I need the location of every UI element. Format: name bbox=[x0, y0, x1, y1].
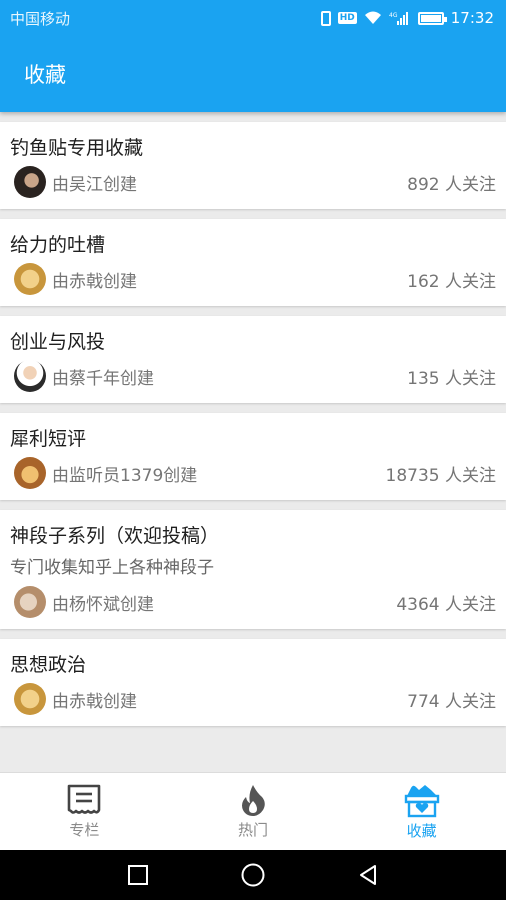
app-bar: 收藏 bbox=[0, 36, 506, 112]
avatar[interactable] bbox=[14, 263, 46, 295]
home-icon[interactable] bbox=[240, 862, 266, 888]
hd-badge: HD bbox=[337, 12, 357, 24]
system-nav-bar bbox=[0, 850, 506, 900]
collection-list[interactable]: 钓鱼贴专用收藏 由吴江创建 892 人关注 给力的吐槽 由赤戟创建 162 人关… bbox=[0, 112, 506, 772]
carrier-name: 中国移动 bbox=[10, 9, 71, 28]
status-bar: 中国移动 HD 4G 17:32 bbox=[0, 0, 506, 36]
collection-meta: 由赤戟创建 162 人关注 bbox=[10, 260, 496, 306]
wifi-icon bbox=[364, 11, 381, 24]
collection-title: 犀利短评 bbox=[10, 428, 87, 450]
clock: 17:32 bbox=[450, 9, 494, 27]
collection-meta: 由赤戟创建 774 人关注 bbox=[10, 680, 496, 726]
status-icons: HD 4G 17:32 bbox=[320, 9, 494, 27]
creator-label: 由赤戟创建 bbox=[52, 271, 137, 292]
tab-label: 热门 bbox=[238, 821, 269, 839]
follower-count: 162 人关注 bbox=[407, 271, 496, 292]
collection-title: 钓鱼贴专用收藏 bbox=[10, 137, 144, 159]
creator-label: 由赤戟创建 bbox=[52, 691, 137, 712]
column-icon bbox=[68, 784, 101, 814]
bottom-tab-bar: 专栏 热门 收藏 bbox=[0, 772, 506, 850]
creator-label: 由监听员1379创建 bbox=[52, 465, 198, 486]
avatar[interactable] bbox=[14, 166, 46, 198]
collection-card[interactable]: 钓鱼贴专用收藏 由吴江创建 892 人关注 bbox=[0, 122, 506, 209]
tab-column[interactable]: 专栏 bbox=[0, 773, 169, 850]
signal-icon: 4G bbox=[389, 12, 408, 25]
follower-count: 774 人关注 bbox=[407, 691, 496, 712]
avatar[interactable] bbox=[14, 586, 46, 618]
avatar[interactable] bbox=[14, 457, 46, 489]
creator-label: 由杨怀斌创建 bbox=[52, 594, 154, 615]
creator-label: 由吴江创建 bbox=[52, 174, 137, 195]
tab-collection[interactable]: 收藏 bbox=[337, 773, 506, 850]
tab-label: 专栏 bbox=[69, 821, 100, 839]
collection-title: 思想政治 bbox=[10, 654, 87, 676]
collection-card[interactable]: 神段子系列（欢迎投稿） 专门收集知乎上各种神段子 由杨怀斌创建 4364 人关注 bbox=[0, 510, 506, 629]
network-type: 4G bbox=[389, 12, 398, 19]
collection-title: 创业与风投 bbox=[10, 331, 106, 353]
follower-count: 135 人关注 bbox=[407, 368, 496, 389]
tab-hot[interactable]: 热门 bbox=[169, 773, 338, 850]
back-icon[interactable] bbox=[356, 863, 380, 887]
follower-count: 4364 人关注 bbox=[396, 594, 496, 615]
tab-label: 收藏 bbox=[406, 822, 437, 840]
header: 中国移动 HD 4G 17:32 收藏 bbox=[0, 0, 506, 112]
collection-meta: 由监听员1379创建 18735 人关注 bbox=[10, 454, 496, 500]
recent-apps-icon[interactable] bbox=[126, 863, 150, 887]
battery-icon bbox=[417, 11, 447, 25]
collection-meta: 由蔡千年创建 135 人关注 bbox=[10, 357, 496, 403]
follower-count: 892 人关注 bbox=[407, 174, 496, 195]
collection-meta: 由杨怀斌创建 4364 人关注 bbox=[10, 583, 496, 629]
avatar[interactable] bbox=[14, 360, 46, 392]
collection-card[interactable]: 思想政治 由赤戟创建 774 人关注 bbox=[0, 639, 506, 726]
collection-card[interactable]: 犀利短评 由监听员1379创建 18735 人关注 bbox=[0, 413, 506, 500]
collection-card[interactable]: 给力的吐槽 由赤戟创建 162 人关注 bbox=[0, 219, 506, 306]
page-title: 收藏 bbox=[24, 63, 66, 87]
creator-label: 由蔡千年创建 bbox=[52, 368, 154, 389]
collection-meta: 由吴江创建 892 人关注 bbox=[10, 163, 496, 209]
collection-card[interactable]: 创业与风投 由蔡千年创建 135 人关注 bbox=[0, 316, 506, 403]
follower-count: 18735 人关注 bbox=[385, 465, 496, 486]
collection-title: 神段子系列（欢迎投稿） bbox=[10, 525, 220, 547]
collection-description: 专门收集知乎上各种神段子 bbox=[10, 558, 214, 578]
vibrate-icon bbox=[320, 10, 331, 26]
collection-box-icon bbox=[404, 785, 439, 818]
collection-title: 给力的吐槽 bbox=[10, 234, 106, 256]
avatar[interactable] bbox=[14, 683, 46, 715]
flame-icon bbox=[242, 785, 265, 816]
